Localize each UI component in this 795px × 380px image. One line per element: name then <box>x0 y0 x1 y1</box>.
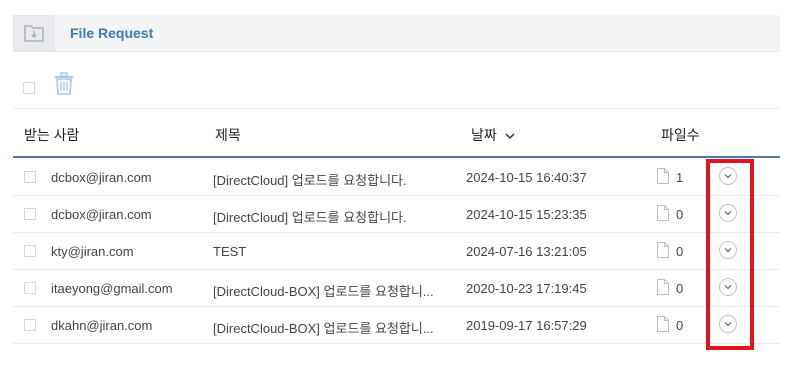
table-row[interactable]: kty@jiran.com TEST 2024-07-16 13:21:05 0 <box>13 233 780 270</box>
table-row[interactable]: itaeyong@gmail.com [DirectCloud-BOX] 업로드를… <box>13 270 780 307</box>
page-header: File Request <box>13 15 780 52</box>
chevron-down-icon <box>724 174 732 179</box>
table-header: 받는 사람 제목 날짜 파일수 <box>13 108 780 158</box>
trash-icon[interactable] <box>53 72 75 96</box>
subject-cell[interactable]: [DirectCloud-BOX] 업로드를 요청합니... <box>213 318 434 337</box>
chevron-down-icon <box>724 285 732 290</box>
file-icon <box>657 168 669 184</box>
date-cell: 2024-07-16 13:21:05 <box>466 244 587 259</box>
chevron-down-icon <box>505 133 515 140</box>
file-count: 0 <box>676 207 684 222</box>
subject-cell[interactable]: TEST <box>213 244 246 259</box>
recipient-cell: dcbox@jiran.com <box>51 170 152 185</box>
expand-row-button[interactable] <box>719 278 737 296</box>
row-checkbox[interactable] <box>24 319 36 331</box>
file-icon <box>657 242 669 258</box>
column-subject[interactable]: 제목 <box>215 125 241 145</box>
file-count: 0 <box>676 318 684 333</box>
folder-download-icon <box>13 15 55 51</box>
row-checkbox[interactable] <box>24 282 36 294</box>
subject-cell[interactable]: [DirectCloud-BOX] 업로드를 요청합니... <box>213 281 434 300</box>
row-checkbox[interactable] <box>24 208 36 220</box>
expand-row-button[interactable] <box>719 315 737 333</box>
column-date-label: 날짜 <box>471 127 497 143</box>
recipient-cell: dkahn@jiran.com <box>51 318 153 333</box>
row-checkbox[interactable] <box>24 171 36 183</box>
recipient-cell: kty@jiran.com <box>51 244 134 259</box>
column-recipient[interactable]: 받는 사람 <box>24 125 79 145</box>
file-icon <box>657 316 669 332</box>
chevron-down-icon <box>724 211 732 216</box>
subject-cell[interactable]: [DirectCloud] 업로드를 요청합니다. <box>213 207 407 226</box>
file-icon <box>657 279 669 295</box>
expand-row-button[interactable] <box>719 241 737 259</box>
file-icon <box>657 205 669 221</box>
file-count: 0 <box>676 281 684 296</box>
table-row[interactable]: dcbox@jiran.com [DirectCloud] 업로드를 요청합니다.… <box>13 159 780 196</box>
date-cell: 2024-10-15 16:40:37 <box>466 170 587 185</box>
file-count: 0 <box>676 244 684 259</box>
file-count: 1 <box>676 170 684 185</box>
expand-row-button[interactable] <box>719 204 737 222</box>
column-date[interactable]: 날짜 <box>471 125 515 145</box>
row-checkbox[interactable] <box>24 245 36 257</box>
expand-row-button[interactable] <box>719 167 737 185</box>
chevron-down-icon <box>724 248 732 253</box>
select-all-checkbox[interactable] <box>23 82 35 94</box>
table-row[interactable]: dkahn@jiran.com [DirectCloud-BOX] 업로드를 요청… <box>13 307 780 344</box>
chevron-down-icon <box>724 322 732 327</box>
subject-cell[interactable]: [DirectCloud] 업로드를 요청합니다. <box>213 170 407 189</box>
recipient-cell: dcbox@jiran.com <box>51 207 152 222</box>
page-title: File Request <box>70 25 154 41</box>
column-file-count[interactable]: 파일수 <box>661 125 700 145</box>
date-cell: 2019-09-17 16:57:29 <box>466 318 587 333</box>
date-cell: 2020-10-23 17:19:45 <box>466 281 587 296</box>
table-row[interactable]: dcbox@jiran.com [DirectCloud] 업로드를 요청합니다.… <box>13 196 780 233</box>
recipient-cell: itaeyong@gmail.com <box>51 281 173 296</box>
date-cell: 2024-10-15 15:23:35 <box>466 207 587 222</box>
